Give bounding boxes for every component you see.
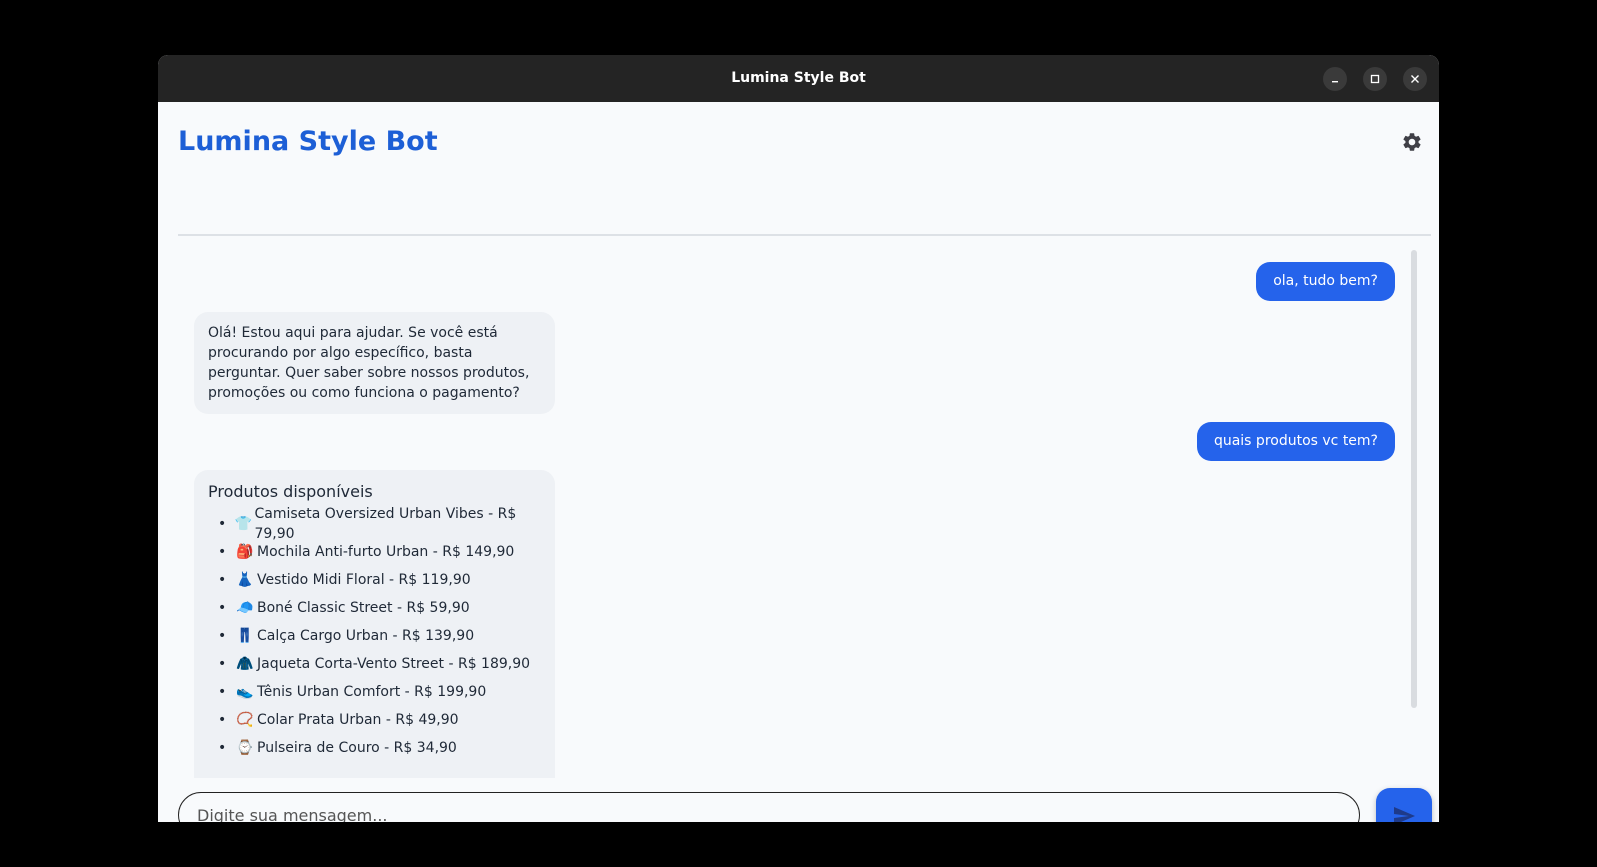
bullet: • xyxy=(218,600,227,616)
bullet: • xyxy=(218,712,227,728)
product-label: Tênis Urban Comfort - R$ 199,90 xyxy=(257,684,487,700)
product-list-heading: Produtos disponíveis xyxy=(208,482,373,501)
user-message: quais produtos vc tem? xyxy=(1196,422,1395,461)
send-icon xyxy=(1394,807,1415,822)
app-window: Lumina Style Bot Lumina Style Bot ola, t… xyxy=(158,55,1439,822)
cap-icon: 🧢 xyxy=(236,600,254,616)
bullet: • xyxy=(218,656,227,672)
tshirt-icon: 👕 xyxy=(234,516,253,532)
necklace-icon: 📿 xyxy=(236,712,254,728)
bullet: • xyxy=(218,572,227,588)
bullet: • xyxy=(218,516,227,532)
window-title: Lumina Style Bot xyxy=(731,70,866,86)
product-label: Vestido Midi Floral - R$ 119,90 xyxy=(257,572,471,588)
chat-scrollbar[interactable] xyxy=(1411,250,1417,708)
header-divider xyxy=(178,234,1431,236)
settings-button[interactable] xyxy=(1400,130,1424,154)
user-message: ola, tudo bem? xyxy=(1256,262,1395,301)
close-icon xyxy=(1411,75,1419,83)
list-item: • ⌚ Pulseira de Couro - R$ 34,90 xyxy=(208,734,541,762)
jacket-icon: 🧥 xyxy=(236,656,254,672)
bullet: • xyxy=(218,684,227,700)
app-content: Lumina Style Bot ola, tudo bem? Olá! Est… xyxy=(158,102,1439,822)
bot-product-list: Produtos disponíveis • 👕 Camiseta Oversi… xyxy=(194,470,555,778)
list-item: • 📿 Colar Prata Urban - R$ 49,90 xyxy=(208,706,541,734)
watch-icon: ⌚ xyxy=(236,740,254,756)
close-button[interactable] xyxy=(1403,67,1427,91)
list-item: • 👗 Vestido Midi Floral - R$ 119,90 xyxy=(208,566,541,594)
product-label: Pulseira de Couro - R$ 34,90 xyxy=(257,740,457,756)
product-label: Jaqueta Corta-Vento Street - R$ 189,90 xyxy=(257,656,531,672)
bullet: • xyxy=(218,544,227,560)
window-titlebar: Lumina Style Bot xyxy=(158,55,1439,102)
page-title: Lumina Style Bot xyxy=(178,126,438,157)
product-label: Mochila Anti-furto Urban - R$ 149,90 xyxy=(257,544,515,560)
list-item: • 🧥 Jaqueta Corta-Vento Street - R$ 189,… xyxy=(208,650,541,678)
product-label: Boné Classic Street - R$ 59,90 xyxy=(257,600,470,616)
message-input-container xyxy=(178,792,1360,822)
chat-messages[interactable]: ola, tudo bem? Olá! Estou aqui para ajud… xyxy=(178,238,1431,778)
dress-icon: 👗 xyxy=(236,572,254,588)
sneaker-icon: 👟 xyxy=(236,684,254,700)
list-item: • 👟 Tênis Urban Comfort - R$ 199,90 xyxy=(208,678,541,706)
bullet: • xyxy=(218,740,227,756)
list-item: • 👖 Calça Cargo Urban - R$ 139,90 xyxy=(208,622,541,650)
maximize-button[interactable] xyxy=(1363,67,1387,91)
list-item: • 🧢 Boné Classic Street - R$ 59,90 xyxy=(208,594,541,622)
message-input[interactable] xyxy=(195,793,1339,822)
bot-message: Olá! Estou aqui para ajudar. Se você est… xyxy=(194,312,555,414)
gear-icon xyxy=(1403,133,1421,151)
send-button[interactable] xyxy=(1376,788,1432,822)
jeans-icon: 👖 xyxy=(236,628,254,644)
product-label: Camiseta Oversized Urban Vibes - R$ 79,9… xyxy=(254,506,517,542)
product-label: Calça Cargo Urban - R$ 139,90 xyxy=(257,628,475,644)
list-item: • 👕 Camiseta Oversized Urban Vibes - R$ … xyxy=(208,506,541,542)
product-label: Colar Prata Urban - R$ 49,90 xyxy=(257,712,459,728)
bullet: • xyxy=(218,628,227,644)
list-item: • 🎒 Mochila Anti-furto Urban - R$ 149,90 xyxy=(208,538,541,566)
minimize-button[interactable] xyxy=(1323,67,1347,91)
maximize-icon xyxy=(1370,74,1380,84)
backpack-icon: 🎒 xyxy=(236,544,254,560)
minimize-icon xyxy=(1332,81,1338,83)
